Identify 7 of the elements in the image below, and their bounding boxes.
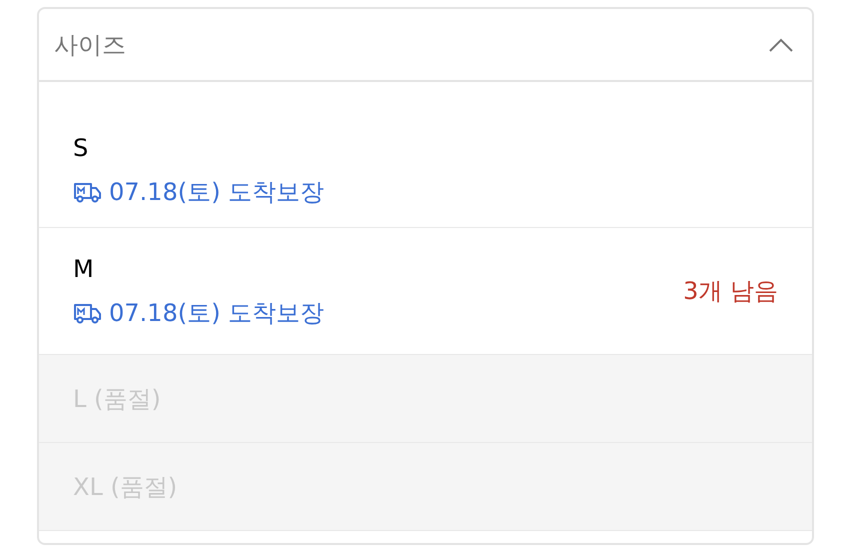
stock-note: 3개 남음 bbox=[683, 276, 778, 307]
delivery-date: 07.18(토) 도착보장 bbox=[109, 298, 324, 329]
size-name: M bbox=[73, 254, 95, 285]
chevron-up-icon bbox=[768, 36, 794, 52]
delivery-truck-icon bbox=[73, 301, 103, 325]
delivery-date: 07.18(토) 도착보장 bbox=[109, 176, 324, 208]
size-name: S bbox=[73, 132, 90, 164]
